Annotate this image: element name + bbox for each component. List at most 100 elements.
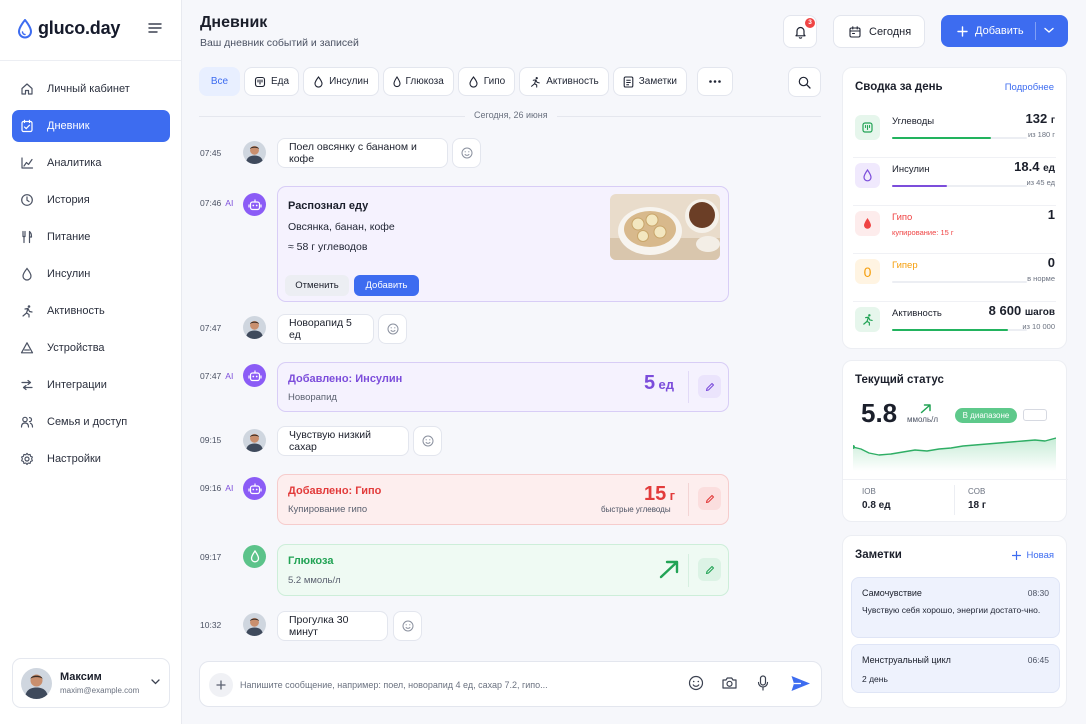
edit-button[interactable]	[698, 487, 721, 510]
event-title: Глюкоза	[288, 555, 334, 567]
chevron-down-icon[interactable]	[151, 679, 160, 685]
analytics-icon	[20, 156, 34, 170]
home-icon	[20, 82, 34, 96]
avatar	[243, 316, 266, 339]
toggle-switch[interactable]	[1023, 409, 1047, 421]
today-button[interactable]: Сегодня	[833, 15, 925, 48]
sidebar-item-label: Инсулин	[47, 268, 91, 280]
sidebar-item-analytics[interactable]: Аналитика	[12, 147, 170, 179]
message-text: Новорапид 5 ед	[289, 317, 352, 341]
edit-button[interactable]	[698, 375, 721, 398]
sidebar-item-settings[interactable]: Настройки	[12, 443, 170, 475]
cancel-button[interactable]: Отменить	[285, 275, 349, 296]
sidebar-item-label: Интеграции	[47, 379, 107, 391]
hypo-note: быстрые углеводы	[601, 505, 671, 514]
smile-icon	[422, 435, 434, 447]
filter-insulin[interactable]: Инсулин	[303, 67, 379, 96]
notifications-button[interactable]: 3	[783, 15, 817, 48]
confirm-add-button[interactable]: Добавить	[354, 275, 419, 296]
react-button[interactable]	[413, 426, 442, 456]
new-note-button[interactable]: Новая	[1012, 550, 1054, 561]
send-icon[interactable]	[790, 674, 811, 693]
sidebar-item-diary[interactable]: Дневник	[12, 110, 170, 142]
trend-up-arrow-icon	[658, 559, 680, 579]
sidebar-item-family[interactable]: Семья и доступ	[12, 406, 170, 438]
edit-button[interactable]	[698, 558, 721, 581]
summary-details-link[interactable]: Подробнее	[1005, 82, 1054, 93]
note-card[interactable]: Менструальный цикл 06:45 2 день	[851, 644, 1060, 693]
new-note-label: Новая	[1026, 550, 1054, 561]
more-filters-button[interactable]	[696, 67, 733, 96]
ai-tag: AI	[225, 371, 234, 381]
avatar	[243, 429, 266, 452]
food-photo	[610, 194, 720, 260]
search-icon	[798, 76, 811, 89]
cob-label: COB	[968, 487, 986, 496]
react-button[interactable]	[452, 138, 481, 168]
filter-label: Глюкоза	[405, 76, 444, 87]
cob-value: 18 г	[968, 500, 987, 511]
smile-icon	[461, 147, 473, 159]
note-icon	[623, 75, 634, 88]
ai-carbs-estimate: ≈ 58 г углеводов	[288, 241, 368, 253]
user-card[interactable]: Максим maxim@example.com	[12, 658, 170, 708]
summary-value: 8 600 шагов	[988, 303, 1055, 318]
react-button[interactable]	[378, 314, 407, 344]
react-button[interactable]	[393, 611, 422, 641]
user-message: Новорапид 5 ед	[277, 314, 374, 344]
filter-all[interactable]: Все	[199, 67, 240, 96]
sidebar-item-label: Питание	[47, 231, 91, 243]
iob-label: IOB	[862, 487, 876, 496]
sidebar-nav: Личный кабинет Дневник Аналитика История…	[12, 73, 170, 480]
history-icon	[20, 193, 34, 207]
sidebar-item-integrations[interactable]: Интеграции	[12, 369, 170, 401]
summary-value: 18.4 ед	[1014, 159, 1055, 174]
filter-notes[interactable]: Заметки	[612, 67, 687, 96]
insulin-value: 5 ед	[644, 372, 674, 394]
filter-hypo[interactable]: Гипо	[457, 67, 516, 96]
microphone-icon[interactable]	[756, 675, 770, 692]
message-time: 07:47 AI	[200, 371, 234, 381]
sidebar: gluco.day Личный кабинет Дневник Аналити…	[0, 0, 182, 724]
camera-icon[interactable]	[721, 675, 738, 691]
notes-title: Заметки	[855, 549, 902, 561]
glucose-avatar	[243, 545, 266, 568]
status-title: Текущий статус	[855, 374, 944, 386]
emoji-icon[interactable]	[688, 675, 704, 691]
sidebar-item-devices[interactable]: Устройства	[12, 332, 170, 364]
add-button[interactable]: Добавить	[941, 15, 1068, 47]
note-card[interactable]: Самочувствие 08:30 Чувствую себя хорошо,…	[851, 577, 1060, 638]
summary-value: 0	[1047, 255, 1055, 270]
search-button[interactable]	[788, 67, 821, 97]
message-text: Поел овсянку с бананом и кофе	[289, 141, 417, 165]
bot-avatar	[243, 364, 266, 387]
note-text: Чувствую себя хорошо, энергии достато-чн…	[862, 605, 1041, 615]
ai-food-items: Овсянка, банан, кофе	[288, 221, 395, 233]
attach-button[interactable]	[209, 673, 233, 697]
note-title: Самочувствие	[862, 588, 922, 598]
sidebar-item-history[interactable]: История	[12, 184, 170, 216]
summary-target: в норме	[1027, 274, 1055, 283]
daily-summary-panel: Сводка за день Подробнее Углеводы 132 г …	[842, 67, 1067, 349]
smile-icon	[387, 323, 399, 335]
sidebar-item-dashboard[interactable]: Личный кабинет	[12, 73, 170, 105]
message-input[interactable]	[240, 674, 640, 696]
avatar	[243, 613, 266, 636]
sidebar-item-insulin[interactable]: Инсулин	[12, 258, 170, 290]
sidebar-item-label: Личный кабинет	[47, 83, 130, 95]
filter-food[interactable]: Еда	[244, 67, 300, 96]
calendar-icon	[849, 25, 861, 38]
event-title: Добавлено: Инсулин	[288, 373, 403, 385]
add-label: Добавить	[975, 25, 1024, 37]
logo[interactable]: gluco.day	[17, 18, 120, 39]
sidebar-item-food[interactable]: Питание	[12, 221, 170, 253]
filter-activity[interactable]: Активность	[519, 67, 609, 96]
food-filter-icon	[254, 76, 266, 88]
page-subtitle: Ваш дневник событий и записей	[200, 37, 359, 49]
filter-glucose[interactable]: Глюкоза	[382, 67, 454, 96]
sidebar-item-activity[interactable]: Активность	[12, 295, 170, 327]
chevron-down-icon[interactable]	[1044, 27, 1054, 34]
activity-icon	[529, 76, 541, 88]
glucose-unit: ммоль/л	[907, 415, 938, 424]
menu-toggle-icon[interactable]	[148, 22, 162, 34]
